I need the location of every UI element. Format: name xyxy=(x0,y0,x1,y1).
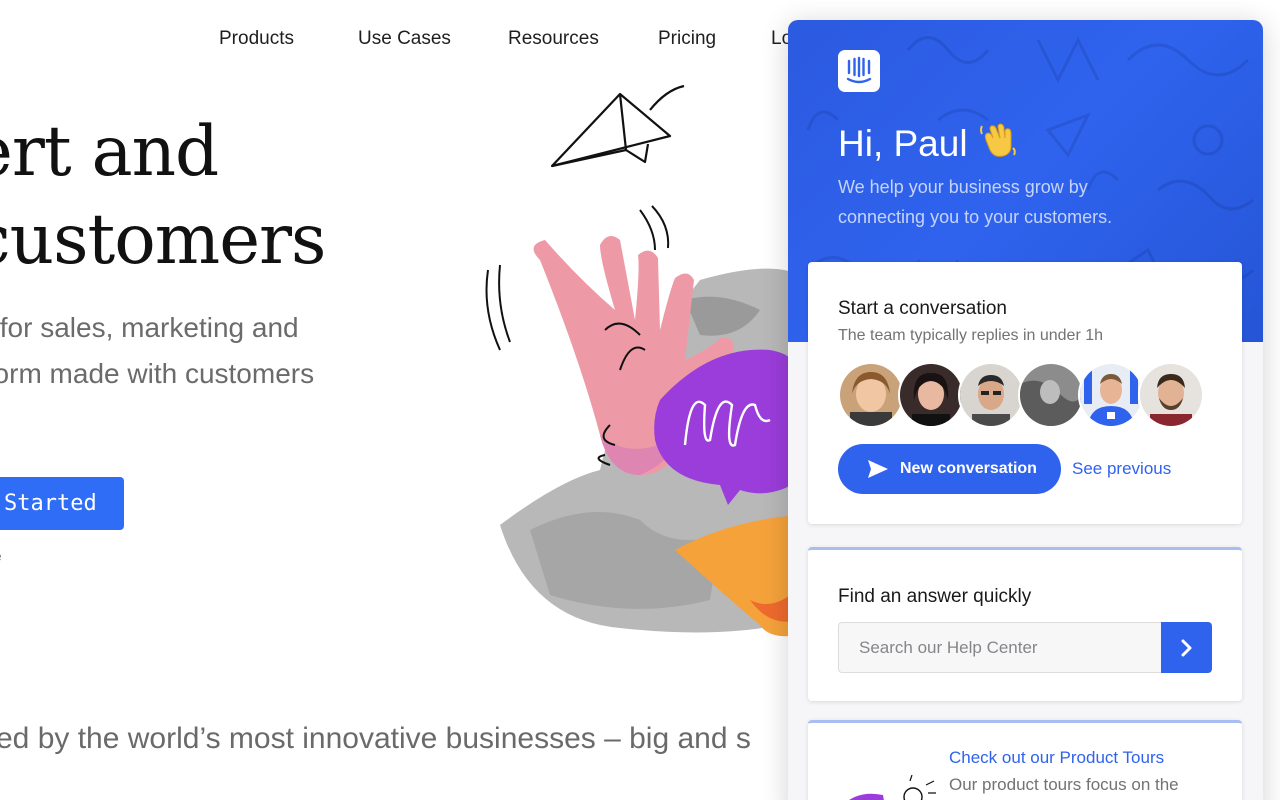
cta-note: e xyxy=(0,548,2,564)
start-conversation-card: Start a conversation The team typically … xyxy=(808,262,1242,524)
hero-title: ert and customers xyxy=(0,108,326,284)
see-previous-link[interactable]: See previous xyxy=(1072,459,1171,479)
nav-products[interactable]: Products xyxy=(219,28,294,50)
avatar-team-member-5 xyxy=(1078,362,1144,428)
get-started-button[interactable]: Started xyxy=(0,477,124,530)
trusted-by-label: ed by the world’s most innovative busine… xyxy=(0,722,751,755)
hero-title-line-2: customers xyxy=(0,200,326,280)
nav-pricing[interactable]: Pricing xyxy=(658,28,716,50)
paper-plane-icon xyxy=(550,84,685,168)
greeting-text: Hi, Paul xyxy=(838,123,968,164)
help-center-search xyxy=(838,622,1212,673)
product-tours-illustration xyxy=(849,775,936,800)
greeting: Hi, Paul xyxy=(838,120,1018,165)
send-icon xyxy=(868,460,888,478)
product-tours-card: Check out our Product Tours Our product … xyxy=(808,720,1242,800)
messenger-panel: Hi, Paul We help your business grow by c… xyxy=(788,20,1263,800)
new-conversation-label: New conversation xyxy=(900,460,1037,477)
nav-resources[interactable]: Resources xyxy=(508,28,599,50)
hero-title-line-1: ert and xyxy=(0,112,219,192)
hero-subtitle-line-1: s for sales, marketing and xyxy=(0,312,299,343)
product-tours-description: Our product tours focus on the xyxy=(949,775,1179,794)
nav-use-cases[interactable]: Use Cases xyxy=(358,28,451,50)
find-answer-title: Find an answer quickly xyxy=(838,586,1032,607)
team-avatars xyxy=(838,362,1218,428)
find-answer-card: Find an answer quickly xyxy=(808,547,1242,701)
avatar-team-member-1 xyxy=(838,362,904,428)
avatar-team-member-4 xyxy=(1018,362,1084,428)
hero-subtitle-line-2: tform made with customers xyxy=(0,358,315,389)
top-navigation: Products Use Cases Resources Pricing Lo xyxy=(0,28,800,56)
trusted-by-text: ed by the world’s most innovative busine… xyxy=(0,722,790,756)
waving-hand-icon xyxy=(979,123,1016,157)
avatar-team-member-2 xyxy=(898,362,964,428)
start-conversation-title: Start a conversation xyxy=(838,298,1007,319)
hero-illustration xyxy=(485,84,800,637)
help-center-search-input[interactable] xyxy=(838,622,1162,673)
hero-subtitle: s for sales, marketing and tform made wi… xyxy=(0,305,314,397)
intercom-logo-icon xyxy=(838,50,880,92)
tagline: We help your business grow by connecting… xyxy=(838,177,1113,227)
product-tours-link[interactable]: Check out our Product Tours xyxy=(949,748,1164,768)
search-submit-button[interactable] xyxy=(1161,622,1212,673)
avatar-team-member-3 xyxy=(958,362,1024,428)
new-conversation-button[interactable]: New conversation xyxy=(838,444,1061,494)
avatar-team-member-6 xyxy=(1138,362,1204,428)
chevron-right-icon xyxy=(1181,639,1192,657)
reply-time-text: The team typically replies in under 1h xyxy=(838,327,1104,344)
